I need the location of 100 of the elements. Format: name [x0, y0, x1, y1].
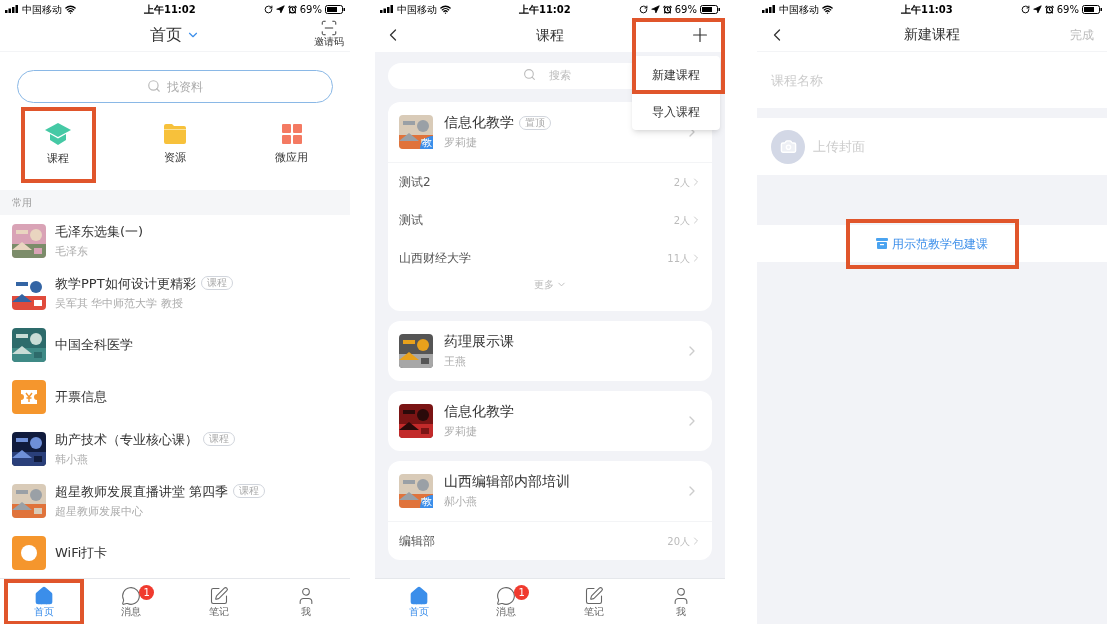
tab-bar-item[interactable]: 笔记: [178, 579, 259, 624]
status-time: 上午11:02: [143, 2, 196, 17]
member-count: 2人: [673, 175, 690, 190]
unread-badge: 1: [139, 585, 155, 600]
location-icon: [1032, 4, 1042, 14]
course-card[interactable]: 药理展示课 王燕: [388, 321, 712, 381]
note-icon: [208, 586, 229, 606]
list-item[interactable]: 中国全科医学: [0, 319, 350, 371]
class-row[interactable]: 山西财经大学 11人: [388, 239, 712, 277]
invite-code-button[interactable]: 邀请码: [314, 19, 344, 47]
shortcut-button[interactable]: 微应用: [254, 107, 330, 183]
item-title: 教学PPT如何设计更精彩: [55, 274, 196, 293]
home-icon: [408, 586, 429, 606]
search-field[interactable]: 找资料: [17, 70, 333, 103]
alarm-icon: [662, 4, 672, 14]
item-title: WiFi打卡: [55, 544, 108, 563]
tab-bar-item[interactable]: 消息 1: [91, 579, 172, 624]
rotate-icon: [1020, 4, 1030, 14]
class-row[interactable]: 测试2 2人: [388, 163, 712, 201]
battery-percent: 69%: [674, 2, 697, 17]
battery-percent: 69%: [1056, 2, 1079, 17]
location-icon: [275, 4, 285, 14]
chat-icon: [121, 586, 142, 606]
list-item[interactable]: 教学PPT如何设计更精彩 课程 吴军其 华中师范大学 教授: [0, 267, 350, 319]
tab-bar-item[interactable]: 首页: [3, 579, 84, 624]
search-icon: [523, 68, 536, 81]
scan-icon: [320, 19, 338, 37]
status-time: 上午11:03: [900, 2, 953, 17]
list-item[interactable]: 助产技术（专业核心课） 课程 韩小燕: [0, 423, 350, 475]
home-icon: [33, 586, 54, 606]
item-title: 毛泽东选集(一): [55, 222, 144, 241]
teacher-name: 郝小燕: [444, 494, 478, 511]
graduation-cap-icon: [45, 122, 72, 145]
wifi-icon: [440, 3, 451, 15]
page-title: 新建课程: [904, 25, 960, 44]
list-item[interactable]: 毛泽东选集(一) 毛泽东: [0, 215, 350, 267]
status-time: 上午11:02: [518, 2, 571, 17]
section-title: 常用: [12, 196, 32, 210]
wifi-icon: [822, 3, 833, 15]
location-icon: [650, 4, 660, 14]
shortcut-button[interactable]: 资源: [137, 107, 213, 183]
course-title: 山西编辑部内部培训: [444, 472, 570, 492]
page-title: 课程: [536, 25, 564, 45]
camera-icon: [771, 129, 805, 164]
item-title: 开票信息: [55, 388, 107, 407]
signal-icon: [762, 5, 776, 13]
teacher-name: 王燕: [444, 354, 467, 371]
member-count: 11人: [667, 251, 690, 266]
tab-bar-item[interactable]: 笔记: [553, 579, 634, 624]
shortcut-button[interactable]: 课程: [20, 107, 96, 183]
wifi-tile-icon: [12, 536, 46, 570]
tab-bar-item[interactable]: 我: [266, 579, 347, 624]
course-title: 信息化教学: [444, 113, 514, 133]
member-count: 2人: [673, 213, 690, 228]
template-course-button[interactable]: 用示范教学包建课: [845, 218, 1019, 269]
tab-bar-item[interactable]: 我: [641, 579, 722, 624]
item-title: 中国全科医学: [55, 336, 133, 355]
carrier-name: 中国移动: [779, 2, 819, 17]
item-subtitle: 吴军其 华中师范大学 教授: [55, 296, 184, 312]
battery-icon: [700, 4, 720, 14]
class-name: 山西财经大学: [399, 250, 472, 267]
course-title: 药理展示课: [444, 332, 514, 352]
teacher-name: 罗莉捷: [444, 135, 478, 152]
alarm-icon: [1044, 4, 1054, 14]
class-row[interactable]: 测试 2人: [388, 201, 712, 239]
item-title: 超星教师发展直播讲堂 第四季: [55, 482, 229, 501]
teacher-name: 罗莉捷: [444, 424, 478, 441]
battery-percent: 69%: [299, 2, 322, 17]
grid-icon: [281, 123, 302, 144]
rotate-icon: [263, 4, 273, 14]
carrier-name: 中国移动: [22, 2, 62, 17]
class-row[interactable]: 编辑部 20人: [388, 522, 712, 560]
list-item[interactable]: 开票信息: [0, 371, 350, 423]
battery-icon: [325, 4, 345, 14]
course-card[interactable]: 教 山西编辑部内部培训 郝小燕 编辑部 20人: [388, 461, 712, 560]
signal-icon: [5, 5, 19, 13]
chat-icon: [496, 586, 517, 606]
box-icon: [876, 238, 888, 249]
tab-bar-item[interactable]: 首页: [378, 579, 459, 624]
tab-bar-item[interactable]: 消息 1: [466, 579, 547, 624]
carrier-name: 中国移动: [397, 2, 437, 17]
course-card[interactable]: 信息化教学 罗莉捷: [388, 391, 712, 451]
signal-icon: [380, 5, 394, 13]
class-name: 测试2: [399, 174, 432, 191]
item-title: 助产技术（专业核心课）: [55, 430, 198, 449]
member-count: 20人: [667, 534, 690, 549]
item-subtitle: 超星教师发展中心: [55, 504, 144, 520]
item-subtitle: 韩小燕: [55, 452, 89, 468]
unread-badge: 1: [514, 585, 530, 600]
folder-icon: [164, 123, 186, 144]
course-title: 信息化教学: [444, 402, 514, 422]
ticket-icon: [12, 380, 46, 414]
battery-icon: [1082, 4, 1102, 14]
wifi-icon: [65, 3, 76, 15]
list-item[interactable]: 超星教师发展直播讲堂 第四季 课程 超星教师发展中心: [0, 475, 350, 527]
home-title-dropdown[interactable]: 首页: [150, 22, 200, 47]
rotate-icon: [638, 4, 648, 14]
class-name: 测试: [399, 212, 424, 229]
list-item[interactable]: WiFi打卡: [0, 527, 350, 578]
alarm-icon: [287, 4, 297, 14]
